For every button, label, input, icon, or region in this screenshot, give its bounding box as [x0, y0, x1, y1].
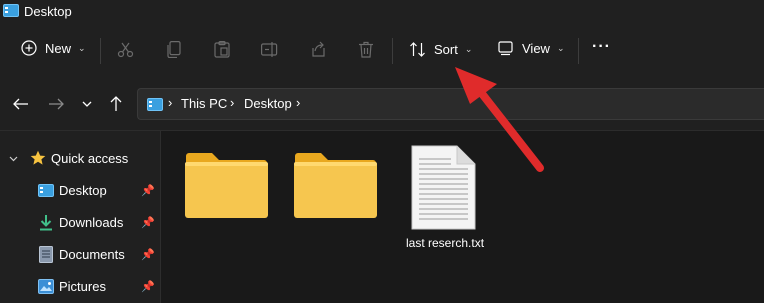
rename-icon: [261, 42, 278, 57]
recent-locations-chevron-icon[interactable]: [78, 95, 96, 113]
toolbar-separator: [100, 38, 101, 64]
address-bar[interactable]: › This PC › Desktop ›: [137, 88, 764, 120]
text-file-icon[interactable]: [411, 145, 476, 230]
delete-button[interactable]: [358, 41, 374, 58]
folder-icon[interactable]: [184, 152, 269, 219]
window-title: Desktop: [24, 4, 72, 19]
pin-icon: 📌: [141, 280, 155, 293]
breadcrumb-desktop[interactable]: Desktop: [244, 96, 292, 111]
copy-button[interactable]: [167, 41, 182, 58]
sort-label: Sort: [434, 42, 458, 57]
chevron-down-icon[interactable]: [9, 154, 18, 163]
breadcrumb-separator: ›: [168, 95, 173, 110]
desktop-folder-icon: [3, 4, 19, 17]
file-name-label: last reserch.txt: [406, 236, 485, 250]
sidebar-item-label: Quick access: [51, 150, 129, 166]
sidebar-item-downloads[interactable]: Downloads 📌: [0, 207, 160, 237]
copy-icon: [167, 41, 181, 58]
chevron-down-icon: ⌄: [78, 42, 86, 53]
document-icon: [39, 246, 53, 263]
download-icon: [40, 215, 52, 231]
chevron-down-icon: ⌄: [556, 43, 565, 53]
up-arrow-icon[interactable]: [107, 95, 125, 113]
navigation-pane: Quick access Desktop 📌 Downloads 📌 Docum…: [0, 131, 160, 303]
clipboard-icon: [214, 41, 230, 58]
breadcrumb-separator: ›: [296, 95, 301, 110]
sort-arrows-icon: [410, 42, 425, 57]
pin-icon: 📌: [141, 216, 155, 229]
sort-button[interactable]: Sort ⌄: [409, 41, 472, 58]
toolbar-separator: [578, 38, 579, 64]
this-pc-icon: [147, 98, 163, 111]
forward-arrow-icon[interactable]: [47, 95, 65, 113]
rename-button[interactable]: [261, 41, 279, 58]
sidebar-item-documents[interactable]: Documents 📌: [0, 239, 160, 269]
pin-icon: 📌: [141, 184, 155, 197]
trash-icon: [359, 41, 373, 58]
new-label: New: [45, 40, 72, 56]
sidebar-item-pictures[interactable]: Pictures 📌: [0, 271, 160, 301]
chevron-down-icon: ⌄: [464, 44, 473, 54]
sidebar-item-label: Desktop: [59, 182, 107, 198]
sidebar-item-label: Pictures: [59, 278, 106, 294]
breadcrumb-separator: ›: [230, 95, 235, 110]
sidebar-item-desktop[interactable]: Desktop 📌: [0, 175, 160, 205]
desktop-icon: [38, 184, 54, 197]
pin-icon: 📌: [141, 248, 155, 261]
more-options-button[interactable]: ···: [592, 38, 611, 56]
sidebar-item-label: Documents: [59, 246, 125, 262]
view-icon: [498, 41, 513, 56]
view-label: View: [522, 41, 550, 56]
share-icon: [312, 41, 325, 57]
star-icon: [30, 150, 46, 165]
folder-icon[interactable]: [293, 152, 378, 219]
sidebar-item-quick-access[interactable]: Quick access: [0, 143, 160, 173]
picture-icon: [38, 279, 54, 294]
view-button[interactable]: View ⌄: [498, 41, 565, 56]
toolbar-separator: [392, 38, 393, 64]
scissors-icon: [117, 42, 134, 58]
back-arrow-icon[interactable]: [12, 95, 30, 113]
paste-button[interactable]: [214, 41, 230, 58]
plus-circle-icon: [21, 40, 37, 56]
breadcrumb-this-pc[interactable]: This PC: [181, 96, 227, 111]
title-bar: Desktop: [0, 0, 764, 24]
sidebar-item-label: Downloads: [59, 214, 124, 230]
more-icon: ···: [592, 38, 611, 55]
share-button[interactable]: [310, 41, 327, 58]
new-button[interactable]: New ⌄: [21, 40, 86, 56]
cut-button[interactable]: [117, 41, 134, 58]
command-bar: New ⌄ Sort ⌄ View ⌄ ···: [0, 24, 764, 78]
